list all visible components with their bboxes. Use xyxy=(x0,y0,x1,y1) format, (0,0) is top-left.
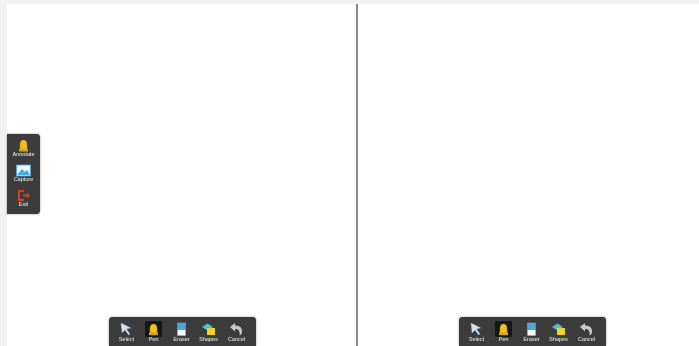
exit-button[interactable]: Exit xyxy=(7,186,40,211)
pen-icon xyxy=(499,323,508,336)
select-tool-button[interactable]: Select xyxy=(113,319,140,346)
cancel-tool-button[interactable]: Cancel xyxy=(223,319,250,346)
shapes-tool-button[interactable]: Shapes xyxy=(195,319,222,346)
eraser-icon xyxy=(527,322,536,336)
capture-label: Capture xyxy=(13,177,34,183)
cursor-icon xyxy=(470,322,482,336)
pen-icon xyxy=(149,323,158,336)
shapes-icon xyxy=(552,323,565,335)
cursor-icon xyxy=(120,322,132,336)
picture-icon xyxy=(16,164,31,177)
side-toolbar: Annotate Capture Exit xyxy=(7,134,40,214)
pen-label: Pen xyxy=(498,337,509,343)
eraser-tool-button[interactable]: Eraser xyxy=(518,319,545,346)
screen-divider xyxy=(356,4,358,346)
eraser-tool-button[interactable]: Eraser xyxy=(168,319,195,346)
annotation-toolbar-left: Select Pen Eraser Shapes Cancel xyxy=(109,317,256,346)
whiteboard-canvas-left[interactable] xyxy=(7,4,699,346)
undo-icon xyxy=(230,323,242,336)
annotate-button[interactable]: Annotate xyxy=(7,136,40,161)
pen-tool-button[interactable]: Pen xyxy=(490,319,517,346)
exit-icon xyxy=(18,190,30,201)
shapes-tool-button[interactable]: Shapes xyxy=(545,319,572,346)
eraser-icon xyxy=(177,322,186,336)
shapes-label: Shapes xyxy=(199,337,218,343)
cancel-label: Cancel xyxy=(577,337,596,343)
pen-tool-button[interactable]: Pen xyxy=(140,319,167,346)
shapes-icon xyxy=(202,323,215,335)
cancel-label: Cancel xyxy=(227,337,246,343)
highlighter-icon xyxy=(19,139,28,152)
shapes-label: Shapes xyxy=(549,337,568,343)
capture-button[interactable]: Capture xyxy=(7,161,40,186)
pen-label: Pen xyxy=(148,337,159,343)
exit-label: Exit xyxy=(18,202,29,208)
undo-icon xyxy=(580,323,592,336)
select-tool-button[interactable]: Select xyxy=(463,319,490,346)
annotate-label: Annotate xyxy=(12,152,35,158)
cancel-tool-button[interactable]: Cancel xyxy=(573,319,600,346)
annotation-toolbar-right: Select Pen Eraser Shapes Cancel xyxy=(459,317,606,346)
